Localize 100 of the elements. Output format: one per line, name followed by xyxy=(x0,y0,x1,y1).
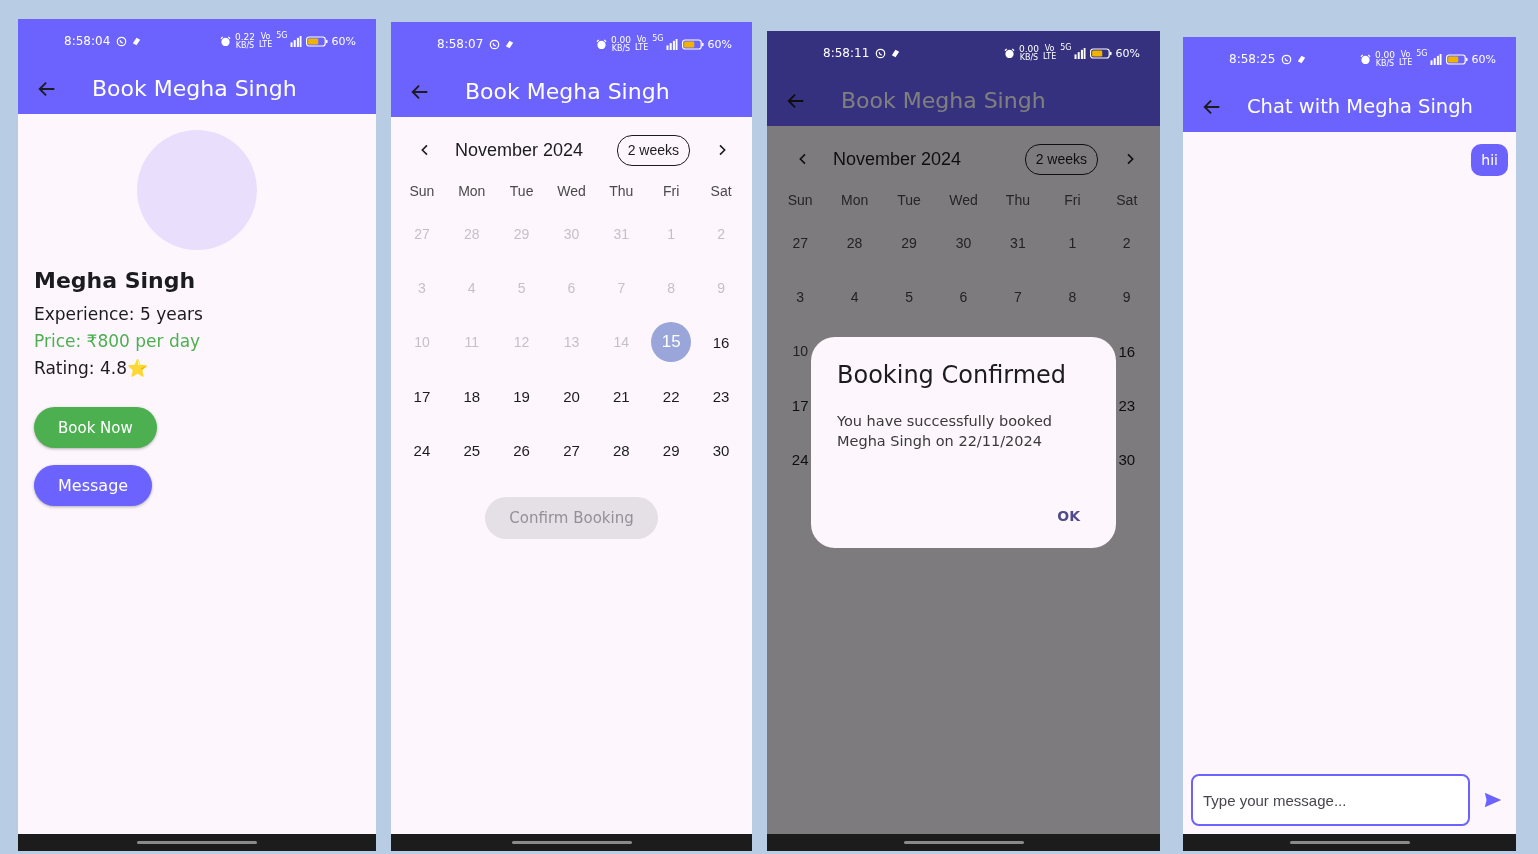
app-bar-title: Book Megha Singh xyxy=(841,88,1046,113)
status-time: 8:58:04 xyxy=(64,34,111,48)
signal-icon xyxy=(665,38,678,50)
calendar-day[interactable]: 22 xyxy=(651,376,692,416)
ok-button[interactable]: OK xyxy=(1047,504,1090,528)
format-toggle-button[interactable]: 2 weeks xyxy=(1024,143,1098,175)
network-type: 5G xyxy=(276,31,288,40)
weekday-label: Thu xyxy=(608,183,635,201)
calendar-day[interactable]: 27 xyxy=(780,223,821,263)
battery-icon xyxy=(681,38,704,50)
app-notification-icon xyxy=(131,35,143,47)
calendar-day[interactable]: 20 xyxy=(551,376,592,416)
calendar-day[interactable]: 29 xyxy=(651,430,692,470)
rating-text: Rating: 4.8⭐ xyxy=(34,357,148,380)
alarm-icon xyxy=(1003,47,1015,59)
battery-percent: 60% xyxy=(707,37,732,51)
app-notification-icon xyxy=(890,47,902,59)
weekday-label: Fri xyxy=(662,183,681,201)
signal-icon xyxy=(289,35,302,47)
battery-percent: 60% xyxy=(1115,46,1140,60)
weekday-label: Tue xyxy=(508,183,535,201)
calendar-day[interactable]: 6 xyxy=(943,277,984,317)
calendar-day[interactable]: 27 xyxy=(551,430,592,470)
weekday-label: Fri xyxy=(1063,192,1082,210)
calendar-day[interactable]: 8 xyxy=(1052,277,1093,317)
app-bar-title: Book Megha Singh xyxy=(465,79,670,104)
weekday-label: Wed xyxy=(948,192,979,210)
weekday-label: Thu xyxy=(1004,192,1031,210)
calendar-day[interactable]: 5 xyxy=(889,277,930,317)
weekday-label: Mon xyxy=(840,192,870,210)
network-type: 5G xyxy=(1060,43,1072,52)
calendar-day[interactable]: 25 xyxy=(451,430,492,470)
status-time: 8:58:11 xyxy=(823,46,870,60)
network-speed: 0.00 KB/S xyxy=(610,35,631,53)
battery-icon xyxy=(1089,47,1112,59)
network-type: 5G xyxy=(652,34,664,43)
calendar-day[interactable]: 28 xyxy=(834,223,875,263)
weekday-label: Sat xyxy=(709,183,733,201)
volte-indicator: Vo LTE xyxy=(258,33,273,49)
volte-indicator: Vo LTE xyxy=(634,36,649,52)
dialog-title: Booking Confirmed xyxy=(837,361,1068,389)
calendar-day[interactable]: 18 xyxy=(451,376,492,416)
month-title: November 2024 xyxy=(455,139,585,161)
weekday-label: Sun xyxy=(786,192,814,210)
chat-app-icon xyxy=(489,38,501,50)
signal-icon xyxy=(1073,47,1086,59)
message-button[interactable]: Message xyxy=(34,465,153,506)
weekday-label: Tue xyxy=(896,192,922,210)
month-title: November 2024 xyxy=(833,148,963,170)
calendar-day[interactable]: 1 xyxy=(1052,223,1093,263)
battery-percent: 60% xyxy=(1471,52,1496,66)
network-type: 5G xyxy=(1416,49,1428,58)
network-speed: 0.00 KB/S xyxy=(1374,50,1395,68)
alarm-icon xyxy=(595,38,607,50)
weekday-label: Sat xyxy=(1115,192,1139,210)
status-time: 8:58:25 xyxy=(1229,52,1276,66)
calendar-day[interactable]: 19 xyxy=(501,376,542,416)
calendar-day[interactable]: 23 xyxy=(701,376,742,416)
alarm-icon xyxy=(1359,53,1371,65)
battery-icon xyxy=(1445,53,1468,65)
network-speed: 0.00 KB/S xyxy=(1018,44,1039,62)
weekday-label: Sun xyxy=(408,183,436,201)
signal-icon xyxy=(1429,53,1442,65)
calendar-day[interactable]: 31 xyxy=(997,223,1038,263)
chat-app-icon xyxy=(1281,53,1293,65)
book-now-button[interactable]: Book Now xyxy=(34,407,157,448)
calendar-day[interactable]: 24 xyxy=(401,430,442,470)
chat-app-icon xyxy=(116,35,128,47)
calendar-day[interactable]: 30 xyxy=(701,430,742,470)
weekday-label: Mon xyxy=(457,183,487,201)
app-bar-title: Book Megha Singh xyxy=(92,76,297,101)
message-input-field[interactable]: Type your message... xyxy=(1191,774,1470,826)
format-toggle-button[interactable]: 2 weeks xyxy=(616,134,690,166)
calendar-day[interactable]: 30 xyxy=(943,223,984,263)
calendar-day[interactable]: 17 xyxy=(401,376,442,416)
app-notification-icon xyxy=(1296,53,1308,65)
weekday-label: Wed xyxy=(556,183,587,201)
chat-app-icon xyxy=(875,47,887,59)
calendar-day[interactable]: 4 xyxy=(834,277,875,317)
calendar-day[interactable]: 28 xyxy=(601,430,642,470)
calendar-day[interactable]: 21 xyxy=(601,376,642,416)
app-bar-title: Chat with Megha Singh xyxy=(1247,95,1473,118)
calendar-day[interactable]: 7 xyxy=(997,277,1038,317)
battery-icon xyxy=(305,35,328,47)
price-text: Price: ₹800 per day xyxy=(34,330,201,353)
calendar-day[interactable]: 16 xyxy=(701,322,742,362)
calendar-day[interactable]: 26 xyxy=(501,430,542,470)
app-notification-icon xyxy=(504,38,516,50)
calendar-day[interactable]: 9 xyxy=(1106,277,1147,317)
volte-indicator: Vo LTE xyxy=(1398,51,1413,67)
calendar-day[interactable]: 3 xyxy=(780,277,821,317)
network-speed: 0.22 KB/S xyxy=(234,32,255,50)
dialog-message: You have successfully booked Megha Singh on 22/11/2024 xyxy=(837,412,1053,451)
volte-indicator: Vo LTE xyxy=(1042,45,1057,61)
alarm-icon xyxy=(219,35,231,47)
calendar-day[interactable]: 15 xyxy=(651,322,692,362)
profile-name: Megha Singh xyxy=(34,268,196,293)
status-time: 8:58:07 xyxy=(437,37,484,51)
calendar-day[interactable]: 2 xyxy=(1106,223,1147,263)
calendar-day[interactable]: 29 xyxy=(889,223,930,263)
